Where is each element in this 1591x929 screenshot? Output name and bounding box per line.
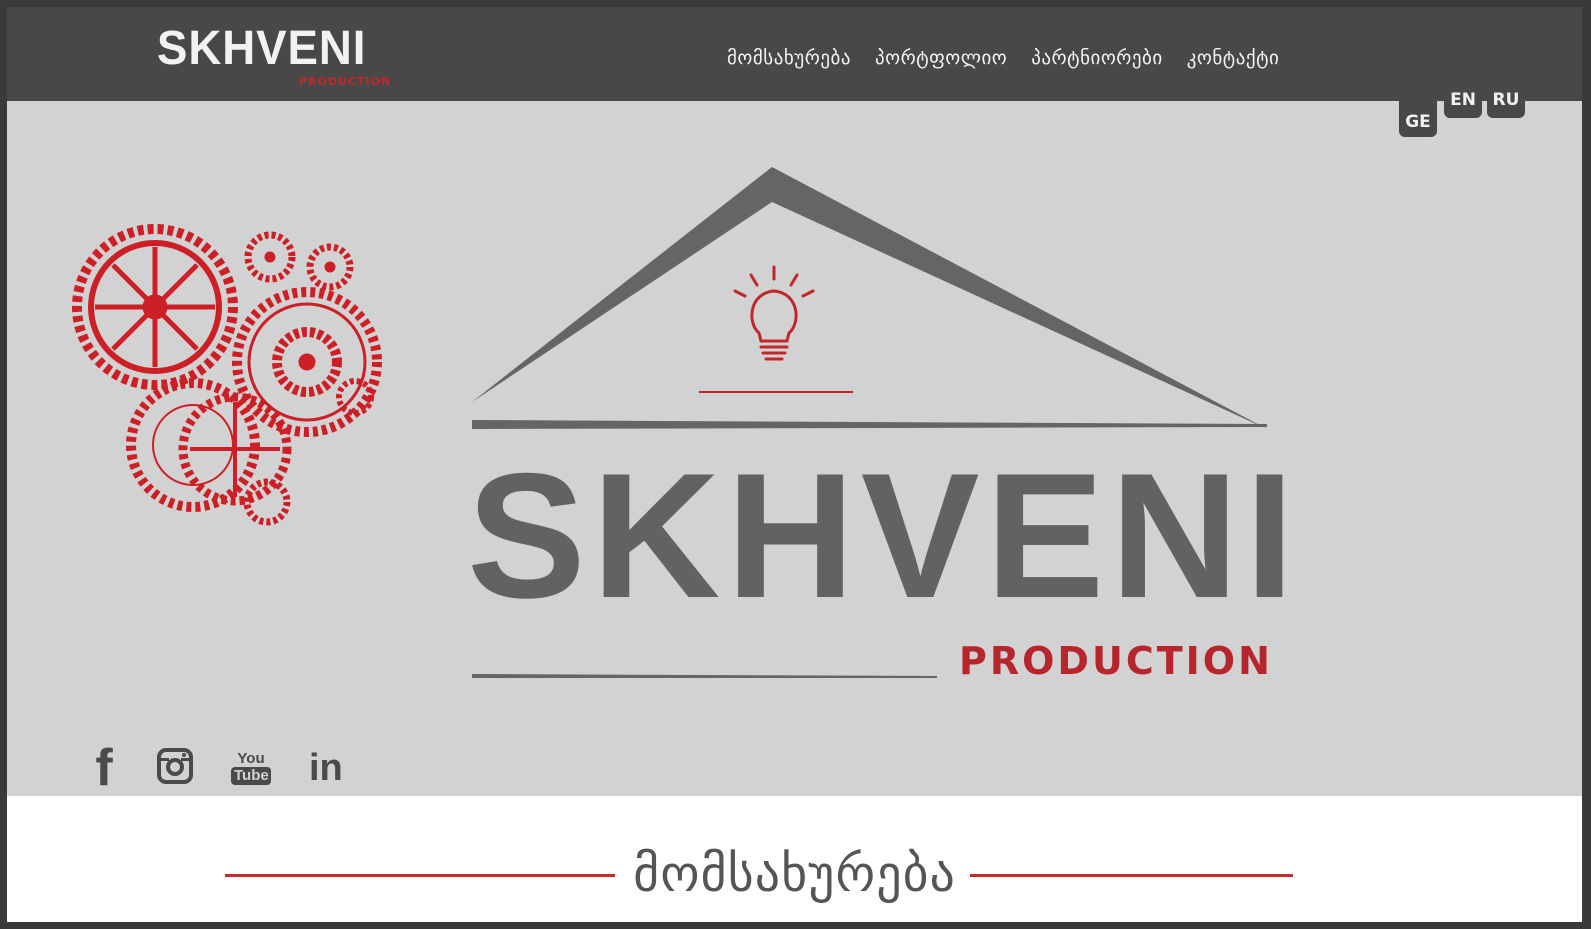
- header-logo[interactable]: SKHVENI PRODUCTION: [157, 22, 390, 91]
- lang-en-button[interactable]: EN: [1444, 87, 1482, 118]
- header-logo-subtitle: PRODUCTION: [299, 75, 392, 88]
- nav-item-portfolio[interactable]: პორტფოლიო: [875, 47, 1007, 69]
- nav-item-partners[interactable]: პარტნიორები: [1031, 47, 1163, 69]
- lightbulb-icon: [733, 265, 815, 361]
- linkedin-icon[interactable]: in: [309, 749, 343, 787]
- lang-ru-button[interactable]: RU: [1487, 87, 1525, 118]
- top-navigation-bar: SKHVENI PRODUCTION მომსახურება პორტფოლიო…: [7, 7, 1582, 101]
- facebook-icon[interactable]: f: [89, 742, 119, 794]
- social-links: f You Tube in: [89, 742, 381, 794]
- youtube-icon[interactable]: You Tube: [231, 751, 271, 785]
- page-frame: SKHVENI PRODUCTION მომსახურება პორტფოლიო…: [7, 7, 1582, 922]
- gears-icon: [45, 197, 405, 537]
- section-title-text: მომსახურება: [619, 845, 970, 903]
- lang-ge-button[interactable]: GE: [1399, 101, 1437, 137]
- hero-logo-subtitle: PRODUCTION: [959, 639, 1273, 683]
- hero-logo-text: SKHVENI: [467, 436, 1301, 635]
- youtube-icon-bottom: Tube: [231, 767, 271, 785]
- youtube-icon-top: You: [237, 750, 265, 767]
- nav-item-contact[interactable]: კონტაქტი: [1187, 47, 1280, 69]
- instagram-icon[interactable]: [157, 748, 193, 788]
- header-logo-text: SKHVENI: [157, 22, 367, 75]
- nav-item-services[interactable]: მომსახურება: [727, 47, 851, 69]
- main-nav: მომსახურება პორტფოლიო პარტნიორები კონტაქ…: [727, 47, 1279, 69]
- hero-logo: SKHVENI PRODUCTION: [467, 157, 1294, 697]
- section-title: მომსახურება: [7, 845, 1582, 903]
